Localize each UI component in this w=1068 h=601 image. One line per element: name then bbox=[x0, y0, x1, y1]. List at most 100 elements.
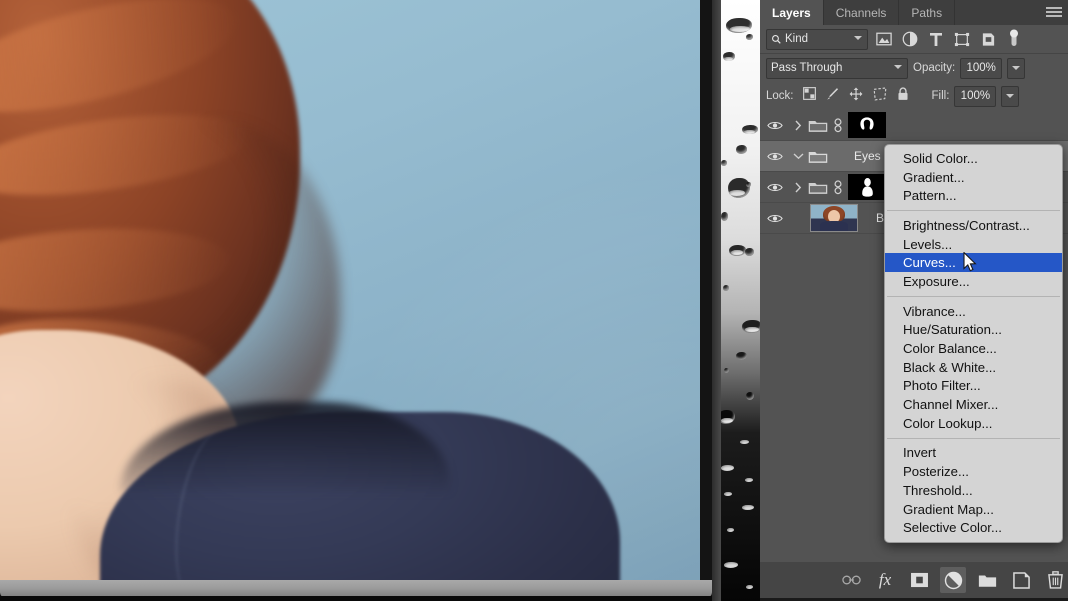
menu-item[interactable]: Color Lookup... bbox=[885, 414, 1062, 433]
tab-layers[interactable]: Layers bbox=[760, 0, 824, 25]
menu-item[interactable]: Posterize... bbox=[885, 462, 1062, 481]
menu-item[interactable]: Gradient Map... bbox=[885, 500, 1062, 519]
menu-item[interactable]: Threshold... bbox=[885, 481, 1062, 500]
layer-name-eyes: Eyes bbox=[854, 149, 881, 163]
menu-item[interactable]: Channel Mixer... bbox=[885, 395, 1062, 414]
menu-item[interactable]: Gradient... bbox=[885, 168, 1062, 187]
chevron-down-icon bbox=[894, 64, 902, 69]
adjustment-layer-context-menu[interactable]: Solid Color... Gradient... Pattern... Brigh… bbox=[884, 144, 1063, 544]
opacity-label: Opacity: bbox=[913, 62, 956, 74]
menu-separator bbox=[887, 295, 1060, 297]
adjustment-layer-filter-icon[interactable] bbox=[900, 29, 920, 49]
tab-paths[interactable]: Paths bbox=[899, 0, 956, 25]
group-expand-toggle[interactable] bbox=[790, 120, 806, 131]
group-folder-icon bbox=[806, 149, 830, 164]
group-folder-icon bbox=[806, 180, 830, 195]
eye-icon bbox=[767, 121, 783, 129]
new-adjustment-layer-icon[interactable] bbox=[940, 567, 966, 593]
menu-item[interactable]: Exposure... bbox=[885, 272, 1062, 291]
menu-item[interactable]: Photo Filter... bbox=[885, 377, 1062, 396]
lock-image-pixels-icon[interactable] bbox=[826, 87, 839, 106]
lock-position-icon[interactable] bbox=[849, 87, 863, 106]
chevron-right-icon bbox=[795, 120, 802, 130]
menu-item[interactable]: Solid Color... bbox=[885, 149, 1062, 168]
blend-mode-select[interactable]: Pass Through bbox=[766, 57, 908, 79]
layer-mask-link-icon[interactable] bbox=[830, 117, 846, 133]
menu-separator bbox=[887, 210, 1060, 212]
pixel-layer-filter-icon[interactable] bbox=[874, 29, 894, 49]
layer-visibility-toggle[interactable] bbox=[760, 213, 790, 224]
chevron-down-icon bbox=[1012, 66, 1021, 70]
tab-paths-label: Paths bbox=[911, 5, 943, 20]
smart-object-filter-icon[interactable] bbox=[978, 29, 998, 49]
group-expand-toggle[interactable] bbox=[790, 182, 806, 193]
opacity-value: 100% bbox=[966, 62, 996, 74]
tab-layers-label: Layers bbox=[772, 5, 811, 20]
layer-mask-thumbnail[interactable] bbox=[848, 174, 886, 200]
delete-layer-icon[interactable] bbox=[1042, 567, 1068, 593]
blend-mode-row: Pass Through Opacity: 100% bbox=[760, 54, 1068, 82]
new-group-icon[interactable] bbox=[974, 567, 1000, 593]
filter-toggle-switch[interactable] bbox=[1004, 29, 1024, 49]
document-canvas[interactable] bbox=[0, 0, 700, 580]
eye-icon bbox=[767, 152, 783, 160]
lock-transparent-pixels-icon[interactable] bbox=[802, 87, 816, 105]
menu-item[interactable]: Color Balance... bbox=[885, 339, 1062, 358]
lock-label: Lock: bbox=[766, 90, 794, 102]
menu-item[interactable]: Invert bbox=[885, 444, 1062, 463]
photo-image bbox=[0, 0, 700, 580]
menu-item[interactable]: Curves... bbox=[885, 253, 1062, 273]
menu-item[interactable]: Hue/Saturation... bbox=[885, 321, 1062, 340]
opacity-stepper[interactable] bbox=[1007, 57, 1026, 79]
menu-item[interactable]: Selective Color... bbox=[885, 518, 1062, 537]
droplet-strip-left-shade bbox=[712, 0, 721, 601]
new-layer-icon[interactable] bbox=[1008, 567, 1034, 593]
menu-item[interactable]: Levels... bbox=[885, 235, 1062, 254]
hamburger-icon[interactable] bbox=[1046, 5, 1062, 19]
search-icon bbox=[772, 34, 781, 44]
panel-tab-bar: Layers Channels Paths bbox=[760, 0, 1068, 25]
layer-visibility-toggle[interactable] bbox=[760, 120, 790, 131]
screen-root: Layers Channels Paths Kind Pass Through … bbox=[0, 0, 1068, 601]
chevron-down-icon bbox=[1006, 94, 1015, 98]
fill-label: Fill: bbox=[931, 90, 950, 102]
figure-mask-icon bbox=[861, 177, 873, 197]
layer-visibility-toggle[interactable] bbox=[760, 151, 790, 162]
menu-item[interactable]: Black & White... bbox=[885, 358, 1062, 377]
layer-style-fx-icon[interactable]: fx bbox=[872, 567, 898, 593]
layer-mask-link-icon[interactable] bbox=[830, 179, 846, 195]
group-expand-toggle[interactable] bbox=[790, 152, 806, 160]
menu-item[interactable]: Pattern... bbox=[885, 186, 1062, 205]
add-layer-mask-icon[interactable] bbox=[906, 567, 932, 593]
layer-thumbnail[interactable] bbox=[810, 204, 858, 232]
layers-panel-toolbar: fx bbox=[760, 562, 1068, 598]
eye-icon bbox=[767, 183, 783, 191]
type-layer-filter-icon[interactable] bbox=[926, 29, 946, 49]
link-layers-icon[interactable] bbox=[838, 567, 864, 593]
filter-kind-select[interactable]: Kind bbox=[766, 28, 868, 50]
fill-value: 100% bbox=[960, 90, 991, 102]
layer-mask-thumbnail[interactable] bbox=[848, 112, 886, 138]
opacity-input[interactable]: 100% bbox=[960, 57, 1003, 79]
headphone-mask-icon bbox=[860, 117, 874, 130]
tab-channels-label: Channels bbox=[835, 5, 887, 20]
menu-separator bbox=[887, 437, 1060, 439]
chevron-down-icon bbox=[854, 35, 862, 40]
group-folder-icon bbox=[806, 118, 830, 133]
lock-artboard-icon[interactable] bbox=[873, 86, 887, 106]
tab-channels[interactable]: Channels bbox=[824, 0, 900, 25]
filter-kind-label: Kind bbox=[785, 33, 809, 45]
layer-row[interactable] bbox=[760, 110, 1068, 141]
chevron-right-icon bbox=[795, 182, 802, 192]
lock-all-icon[interactable] bbox=[897, 86, 909, 106]
chevron-down-icon bbox=[793, 153, 803, 160]
fill-input[interactable]: 100% bbox=[954, 85, 997, 107]
lock-row: Lock: Fill: 100% bbox=[760, 82, 1068, 110]
document-window-shadow bbox=[0, 596, 712, 601]
layer-filter-row: Kind bbox=[760, 25, 1068, 54]
shape-layer-filter-icon[interactable] bbox=[952, 29, 972, 49]
fill-stepper[interactable] bbox=[1001, 85, 1020, 107]
menu-item[interactable]: Brightness/Contrast... bbox=[885, 216, 1062, 235]
menu-item[interactable]: Vibrance... bbox=[885, 302, 1062, 321]
layer-visibility-toggle[interactable] bbox=[760, 182, 790, 193]
